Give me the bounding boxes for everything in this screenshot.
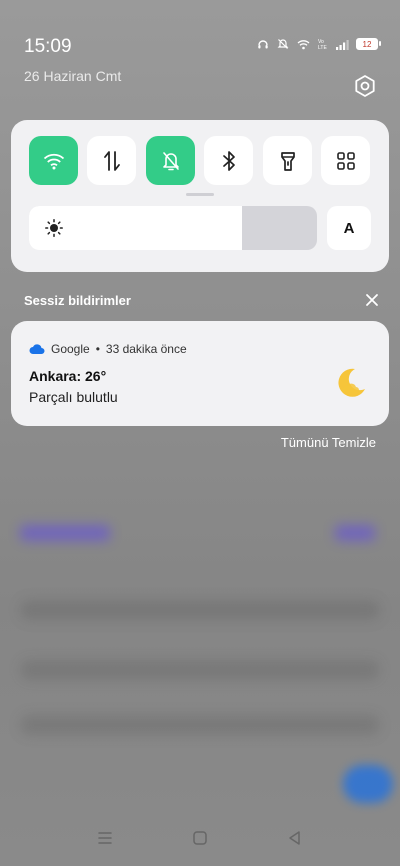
mobile-data-icon [103, 150, 120, 171]
notification-body: Parçalı bulutlu [29, 389, 118, 405]
silent-notifications-title: Sessiz bildirimler [24, 293, 131, 308]
notification-time: 33 dakika önce [105, 342, 187, 356]
bluetooth-icon [222, 150, 235, 171]
menu-lines-icon [98, 832, 112, 844]
clear-all-button[interactable]: Tümünü Temizle [281, 435, 376, 450]
home-square-icon [193, 831, 207, 845]
brightness-sun-icon [45, 219, 63, 237]
wifi-toggle[interactable] [29, 136, 78, 185]
headphones-icon [256, 38, 270, 50]
google-weather-cloud-icon [29, 344, 45, 354]
close-icon [366, 294, 378, 306]
grid-menu-icon [336, 151, 355, 170]
volte-icon: Vo LTE [316, 38, 330, 50]
home-button[interactable] [188, 826, 212, 850]
dismiss-section-button[interactable] [362, 290, 382, 310]
flashlight-toggle[interactable] [263, 136, 312, 185]
svg-text:LTE: LTE [318, 45, 327, 50]
notification-header: Google • 33 dakika önce [29, 342, 187, 356]
quick-settings-panel: A [11, 120, 389, 272]
mobile-data-toggle[interactable] [87, 136, 136, 185]
wifi-icon [43, 153, 64, 169]
panel-drag-handle[interactable] [186, 193, 214, 196]
signal-icon [336, 38, 350, 50]
notification-app: Google [51, 342, 90, 356]
silent-mode-icon [162, 151, 179, 170]
more-tiles-toggle[interactable] [321, 136, 370, 185]
notification-title: Ankara: 26° [29, 368, 107, 384]
recents-button[interactable] [93, 826, 117, 850]
status-icons: Vo LTE 12 [256, 38, 381, 50]
flashlight-icon [280, 151, 295, 171]
partly-cloudy-night-icon [333, 365, 369, 401]
date: 26 Haziran Cmt [24, 68, 122, 84]
navigation-bar [0, 826, 400, 856]
clock: 15:09 [24, 36, 72, 57]
back-button[interactable] [283, 826, 307, 850]
battery-icon: 12 [356, 38, 381, 50]
settings-gear-icon[interactable] [352, 73, 378, 99]
silent-status-icon [276, 38, 290, 50]
brightness-slider[interactable] [29, 206, 317, 250]
back-triangle-icon [289, 831, 300, 845]
auto-brightness-button[interactable]: A [327, 206, 371, 250]
bullet-separator: • [95, 342, 100, 356]
weather-notification[interactable]: Google • 33 dakika önce Ankara: 26° Parç… [11, 321, 389, 426]
silent-mode-toggle[interactable] [146, 136, 195, 185]
bluetooth-toggle[interactable] [204, 136, 253, 185]
wifi-status-icon [296, 38, 310, 50]
status-bar: 15:09 Vo LTE 12 26 Haziran Cmt [0, 0, 400, 84]
